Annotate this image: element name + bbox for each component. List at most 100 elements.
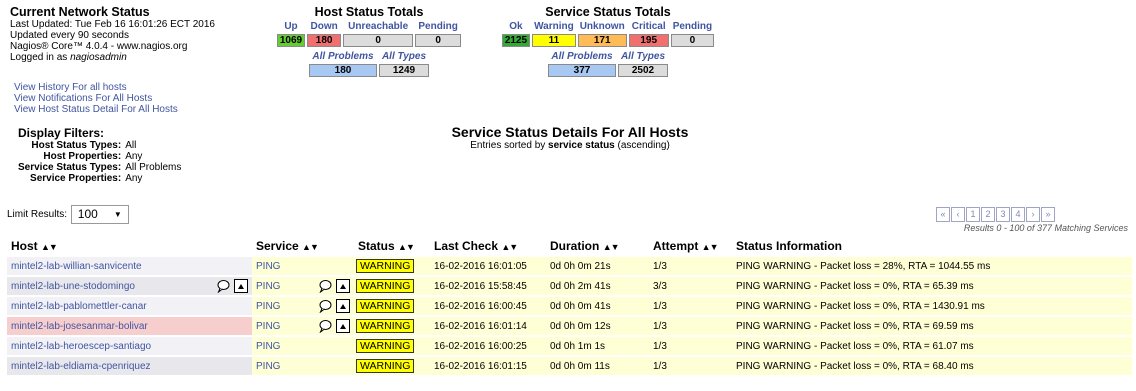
page-3[interactable]: 3: [996, 207, 1010, 222]
link-view-host-status[interactable]: View Host Status Detail For All Hosts: [14, 104, 178, 115]
service-link[interactable]: PING: [256, 321, 280, 332]
host-label-pending[interactable]: Pending: [415, 21, 461, 32]
graph-icon[interactable]: [336, 279, 350, 293]
limit-results: Limit Results: 100 ▼: [7, 205, 129, 224]
last-page-icon[interactable]: »: [1041, 207, 1055, 222]
graph-icon[interactable]: [336, 319, 350, 333]
host-label-all-types[interactable]: All Types: [379, 51, 429, 62]
service-label-pending[interactable]: Pending: [671, 21, 714, 32]
center-heading: Service Status Details For All Hosts Ent…: [380, 124, 760, 151]
sort-arrows-icon[interactable]: ▲▼: [702, 242, 719, 252]
chevron-down-icon: ▼: [113, 210, 122, 219]
status-info-cell: PING WARNING - Packet loss = 0%, RTA = 1…: [732, 297, 1132, 315]
service-label-warning[interactable]: Warning: [532, 21, 576, 32]
page-1[interactable]: 1: [966, 207, 980, 222]
column-status-information-label: Status Information: [736, 239, 843, 253]
host-link[interactable]: mintel2-lab-josesanmar-bolivar: [11, 321, 148, 332]
host-link[interactable]: mintel2-lab-pablomettler-canar: [11, 301, 147, 312]
limit-results-label: Limit Results:: [7, 209, 68, 221]
service-link[interactable]: PING: [256, 361, 280, 372]
version-info: Nagios® Core™ 4.0.4 - www.nagios.org: [10, 41, 188, 52]
service-label-all-types[interactable]: All Types: [618, 51, 668, 62]
host-link[interactable]: mintel2-lab-une-stodomingo: [11, 281, 135, 292]
host-link[interactable]: mintel2-lab-heroescep-santiago: [11, 341, 151, 352]
table-row: mintel2-lab-josesanmar-bolivar PING WARN…: [7, 317, 1132, 335]
service-count-all-problems: 377: [548, 64, 616, 77]
limit-results-value: 100: [77, 207, 98, 221]
filter-value: Any: [125, 173, 143, 184]
column-host[interactable]: Host ▲▼: [7, 237, 252, 255]
limit-results-select[interactable]: 100 ▼: [70, 205, 129, 224]
comment-icon[interactable]: [216, 279, 230, 293]
column-status[interactable]: Status ▲▼: [354, 237, 430, 255]
column-status-information: Status Information: [732, 237, 1132, 255]
sort-suffix: (ascending): [614, 140, 670, 151]
status-cell: WARNING: [354, 317, 430, 335]
display-filters-title: Display Filters:: [18, 126, 105, 140]
sort-arrows-icon[interactable]: ▲▼: [501, 242, 518, 252]
duration-cell: 0d 0h 2m 41s: [546, 277, 649, 295]
service-totals-title: Service Status Totals: [545, 5, 671, 19]
page-2[interactable]: 2: [981, 207, 995, 222]
host-label-up[interactable]: Up: [277, 21, 305, 32]
link-view-notifications[interactable]: View Notifications For All Hosts: [14, 93, 178, 104]
service-label-critical[interactable]: Critical: [629, 21, 669, 32]
status-badge: WARNING: [356, 319, 415, 333]
column-duration-label: Duration: [550, 239, 600, 253]
host-count-all-types: 1249: [379, 64, 429, 77]
last-check-cell: 16-02-2016 16:01:05: [430, 257, 546, 275]
service-link[interactable]: PING: [256, 341, 280, 352]
host-label-unreachable[interactable]: Unreachable: [343, 21, 413, 32]
comment-icon[interactable]: [318, 279, 332, 293]
service-link[interactable]: PING: [256, 301, 280, 312]
graph-icon[interactable]: [234, 279, 248, 293]
comment-icon[interactable]: [318, 319, 332, 333]
status-info-cell: PING WARNING - Packet loss = 0%, RTA = 6…: [732, 357, 1132, 375]
column-last-check[interactable]: Last Check ▲▼: [430, 237, 546, 255]
column-attempt[interactable]: Attempt ▲▼: [649, 237, 732, 255]
sort-field: service status: [548, 140, 615, 151]
page-4[interactable]: 4: [1011, 207, 1025, 222]
sort-arrows-icon[interactable]: ▲▼: [603, 242, 620, 252]
filter-key: Host Status Types:: [31, 140, 122, 151]
table-row: mintel2-lab-heroescep-santiago PING WARN…: [7, 337, 1132, 355]
table-row: mintel2-lab-pablomettler-canar PING WARN…: [7, 297, 1132, 315]
first-page-icon[interactable]: «: [936, 207, 950, 222]
host-label-down[interactable]: Down: [307, 21, 341, 32]
service-label-unknown[interactable]: Unknown: [578, 21, 627, 32]
service-status-table: Host ▲▼ Service ▲▼ Status ▲▼ Last Check …: [7, 235, 1132, 377]
service-link[interactable]: PING: [256, 281, 280, 292]
sort-arrows-icon[interactable]: ▲▼: [302, 242, 319, 252]
results-count: Results 0 - 100 of 377 Matching Services: [963, 223, 1128, 233]
page-title: Current Network Status: [10, 5, 150, 19]
host-link[interactable]: mintel2-lab-willian-sanvicente: [11, 261, 142, 272]
status-cell: WARNING: [354, 257, 430, 275]
sort-arrows-icon[interactable]: ▲▼: [398, 242, 415, 252]
prev-page-icon[interactable]: ‹: [951, 207, 965, 222]
host-count-pending: 0: [415, 34, 462, 47]
display-filters-table: Host Status Types: All Host Properties: An…: [18, 140, 181, 184]
host-link[interactable]: mintel2-lab-eldiama-cpenriquez: [11, 361, 151, 372]
last-check-cell: 16-02-2016 16:00:45: [430, 297, 546, 315]
sort-prefix: Entries sorted by: [470, 140, 549, 151]
status-info-cell: PING WARNING - Packet loss = 0%, RTA = 6…: [732, 317, 1132, 335]
next-page-icon[interactable]: ›: [1026, 207, 1040, 222]
host-label-all-problems[interactable]: All Problems: [309, 51, 377, 62]
last-check-cell: 16-02-2016 16:00:25: [430, 337, 546, 355]
column-service-label: Service: [256, 239, 299, 253]
link-view-history[interactable]: View History For all hosts: [14, 82, 178, 93]
column-service[interactable]: Service ▲▼: [252, 237, 354, 255]
service-label-ok[interactable]: Ok: [502, 21, 530, 32]
filter-key: Host Properties:: [43, 151, 122, 162]
update-interval: Updated every 90 seconds: [10, 30, 129, 41]
sort-arrows-icon[interactable]: ▲▼: [41, 242, 58, 252]
service-totals-table: Ok Warning Unknown Critical Pending 2125…: [500, 19, 716, 49]
attempt-cell: 1/3: [649, 257, 732, 275]
graph-icon[interactable]: [336, 299, 350, 313]
status-cell: WARNING: [354, 337, 430, 355]
comment-icon[interactable]: [318, 299, 332, 313]
service-link[interactable]: PING: [256, 261, 280, 272]
service-label-all-problems[interactable]: All Problems: [548, 51, 616, 62]
attempt-cell: 1/3: [649, 357, 732, 375]
column-duration[interactable]: Duration ▲▼: [546, 237, 649, 255]
